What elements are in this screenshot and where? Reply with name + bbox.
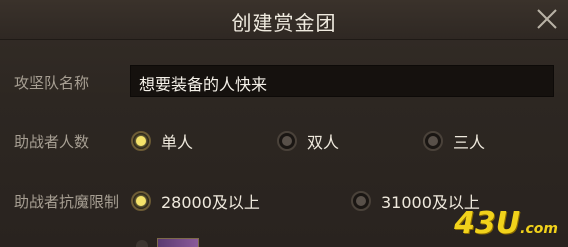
team-size-option-single[interactable]: 单人 bbox=[131, 129, 193, 153]
watermark-sub: .com bbox=[520, 221, 558, 237]
radio-unselected-icon bbox=[351, 191, 371, 211]
radio-unselected-icon bbox=[423, 131, 443, 151]
watermark-main: 43U bbox=[454, 206, 521, 241]
site-watermark-logo: 43U .com bbox=[454, 206, 558, 241]
radio-selected-icon bbox=[131, 131, 151, 151]
team-size-option-triple[interactable]: 三人 bbox=[423, 129, 485, 153]
radio-label: 单人 bbox=[161, 133, 194, 152]
team-size-label: 助战者人数 bbox=[14, 133, 90, 151]
create-bounty-team-dialog: 创建赏金团 攻坚队名称 想要装备的人快来 助战者人数 单人 双人 三人 助战者抗… bbox=[0, 0, 568, 247]
dialog-title: 创建赏金团 bbox=[231, 11, 337, 35]
resistance-limit-label: 助战者抗魔限制 bbox=[14, 193, 120, 211]
team-name-label: 攻坚队名称 bbox=[14, 74, 90, 92]
team-name-input[interactable]: 想要装备的人快来 bbox=[130, 65, 554, 97]
resistance-option-28000[interactable]: 28000及以上 bbox=[131, 189, 260, 213]
item-thumbnail[interactable] bbox=[157, 238, 199, 247]
partial-row-icon bbox=[136, 240, 148, 247]
radio-selected-icon bbox=[131, 191, 151, 211]
dialog-titlebar: 创建赏金团 bbox=[0, 0, 568, 40]
radio-label: 三人 bbox=[453, 133, 486, 152]
close-icon[interactable] bbox=[534, 6, 560, 32]
team-size-option-double[interactable]: 双人 bbox=[277, 129, 339, 153]
radio-label: 双人 bbox=[307, 133, 340, 152]
radio-unselected-icon bbox=[277, 131, 297, 151]
radio-label: 28000及以上 bbox=[161, 193, 260, 212]
